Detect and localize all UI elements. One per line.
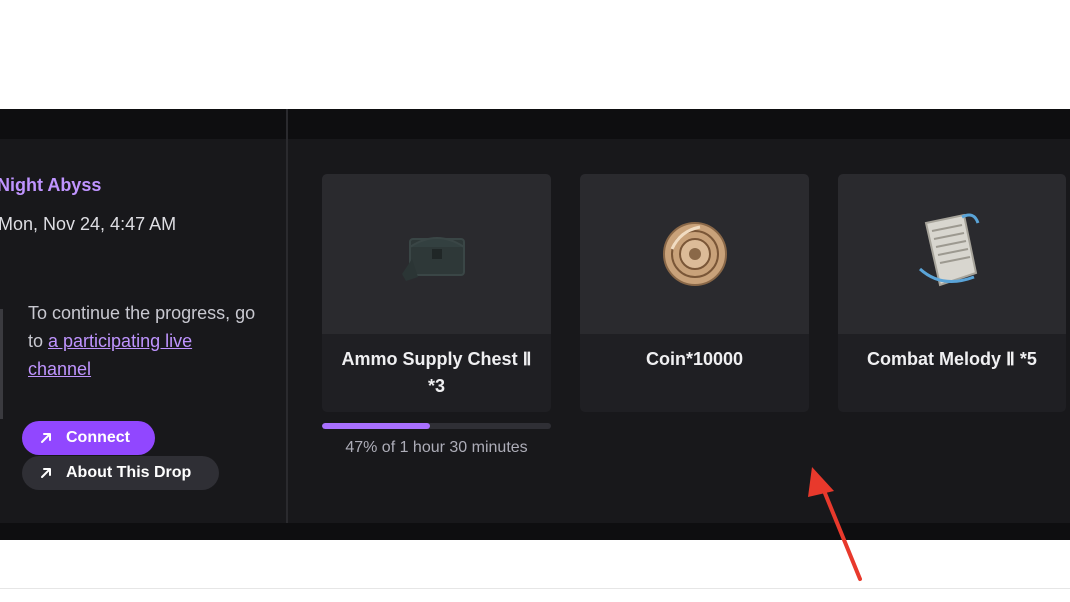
coin-icon — [662, 222, 727, 286]
reward-card[interactable]: Coin*10000 — [580, 174, 809, 412]
annotation-arrow-icon — [808, 467, 862, 581]
participating-channel-link[interactable]: a participating live channel — [28, 331, 192, 379]
campaign-title[interactable]: Night Abyss — [0, 175, 101, 196]
page-top-area — [0, 0, 1070, 109]
drop-progress-fill — [322, 423, 430, 429]
about-this-drop-button[interactable]: About This Drop — [22, 456, 219, 490]
campaign-date: Mon, Nov 24, 4:47 AM — [0, 214, 177, 234]
reward-name: Combat Melody Ⅱ *5 — [867, 349, 1037, 369]
panel-divider — [286, 109, 288, 523]
connect-button-label: Connect — [66, 429, 130, 446]
reward-thumbnail — [580, 174, 809, 334]
drop-campaign-panel: Night Abyss Mon, Nov 24, 4:47 AM To cont… — [0, 109, 1070, 540]
arrow-up-right-icon — [41, 468, 51, 478]
drop-progress-text: 47% of 1 hour 30 minutes — [345, 439, 528, 456]
reward-card[interactable]: Combat Melody Ⅱ *5 — [838, 174, 1066, 412]
reward-thumbnail — [838, 174, 1066, 334]
reward-name: Ammo Supply Chest Ⅱ *3 — [341, 349, 532, 396]
arrow-up-right-icon — [41, 433, 51, 443]
reward-card[interactable]: Ammo Supply Chest Ⅱ *3 — [322, 174, 551, 412]
about-button-label: About This Drop — [66, 464, 192, 481]
page-divider — [0, 588, 1070, 589]
drop-progress-bar — [322, 423, 551, 429]
progress-message: To continue the progress, go to a partic… — [28, 299, 258, 383]
connect-button[interactable]: Connect — [22, 421, 155, 455]
scroll-icon — [918, 213, 980, 287]
reward-thumbnail — [322, 174, 551, 334]
left-edge-bar — [0, 309, 3, 419]
panel-footer-strip — [0, 523, 1070, 540]
chest-icon — [401, 237, 465, 281]
reward-name: Coin*10000 — [645, 349, 744, 369]
panel-header-strip — [0, 109, 1070, 139]
